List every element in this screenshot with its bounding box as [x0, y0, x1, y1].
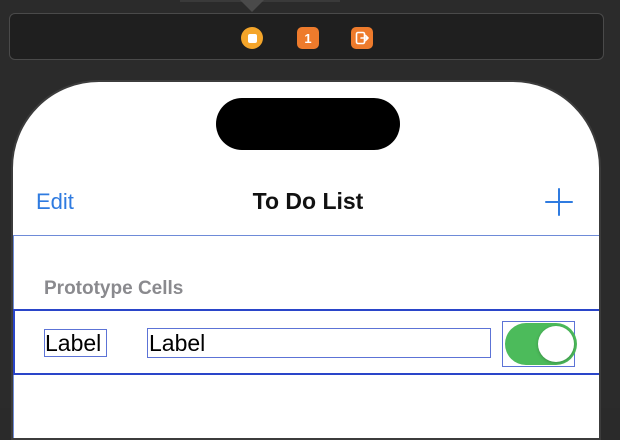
storyboard-canvas: 1 Edit To Do List Prototype Cells Label …	[0, 0, 620, 440]
dynamic-island	[216, 98, 400, 150]
navigation-title: To Do List	[252, 188, 364, 214]
dock-pointer	[240, 0, 264, 12]
switch-knob	[538, 326, 574, 362]
exit-arrow-icon	[355, 31, 369, 45]
exit-icon[interactable]	[351, 27, 373, 49]
add-icon[interactable]	[545, 188, 573, 216]
iphone-device-frame: Edit To Do List Prototype Cells Label La…	[11, 80, 601, 440]
prototype-cell[interactable]: Label Label	[13, 309, 599, 375]
first-responder-icon[interactable]: 1	[297, 27, 319, 49]
done-switch[interactable]	[505, 323, 577, 365]
scene-dock: 1	[9, 13, 604, 60]
cell-label-main[interactable]: Label	[147, 328, 491, 358]
view-controller-icon[interactable]	[241, 27, 263, 49]
cell-label-left[interactable]: Label	[44, 329, 107, 357]
switch-frame[interactable]	[502, 321, 577, 367]
section-header-prototype-cells: Prototype Cells	[44, 278, 184, 299]
